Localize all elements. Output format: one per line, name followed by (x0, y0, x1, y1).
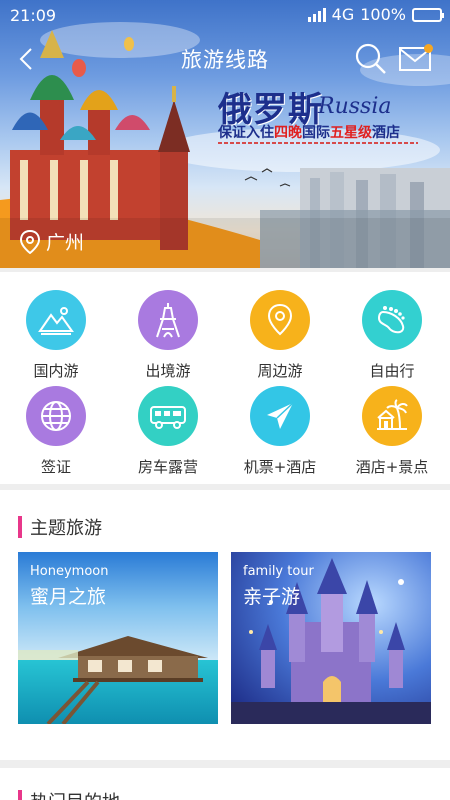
tour-card-family[interactable]: family tour 亲子游 (231, 552, 431, 724)
category-visa[interactable]: 签证 (0, 386, 112, 477)
location-pin-icon (20, 229, 40, 254)
rv-icon (138, 386, 198, 446)
location-selector[interactable]: 广州 (20, 228, 84, 255)
category-flight-hotel[interactable]: 机票+酒店 (224, 386, 336, 477)
hot-destination-section: 热门目的地 (0, 768, 450, 800)
notification-dot (424, 44, 433, 53)
globe-icon (26, 386, 86, 446)
section-title: 热门目的地 (30, 788, 120, 800)
promo-subtitle: 保证入住四晚国际五星级酒店 (218, 125, 400, 141)
tour-card-honeymoon[interactable]: Honeymoon 蜜月之旅 (18, 552, 218, 724)
search-icon[interactable] (354, 42, 388, 76)
category-free-travel[interactable]: 自由行 (336, 290, 448, 381)
category-label: 国内游 (33, 362, 79, 380)
category-nearby[interactable]: 周边游 (224, 290, 336, 381)
tour-title-en: family tour (243, 564, 314, 579)
battery-percent: 100% (360, 5, 406, 24)
tour-title: 亲子游 (243, 586, 301, 608)
status-bar: 21:09 4G 100% (0, 0, 450, 32)
footprint-icon (362, 290, 422, 350)
promo-title-en: Russia (318, 94, 392, 119)
category-label: 机票+酒店 (243, 458, 317, 476)
palm-house-icon (362, 386, 422, 446)
category-rv-camping[interactable]: 房车露营 (112, 386, 224, 477)
battery-icon (412, 7, 444, 22)
tour-title: 蜜月之旅 (30, 586, 107, 608)
hero-banner[interactable]: 21:09 4G 100% 旅游线路 俄罗斯 Russia 保证入住四晚国际五星… (0, 0, 450, 268)
category-label: 出境游 (145, 362, 191, 380)
category-label: 酒店+景点 (355, 458, 429, 476)
eiffel-tower-icon (138, 290, 198, 350)
category-label: 周边游 (257, 362, 303, 380)
section-title: 主题旅游 (30, 518, 102, 539)
category-outbound[interactable]: 出境游 (112, 290, 224, 381)
location-city: 广州 (46, 232, 85, 254)
category-grid: 国内游 出境游 周边游 自由行 签证 房车露营 机票+酒店 酒店+景点 (0, 272, 450, 484)
category-domestic[interactable]: 国内游 (0, 290, 112, 381)
section-accent-bar (18, 790, 22, 800)
location-pin-icon (250, 290, 310, 350)
theme-tour-section: 主题旅游 Honeymoon 蜜月之旅 family tour 亲子游 (0, 490, 450, 760)
status-time: 21:09 (10, 6, 57, 25)
network-label: 4G (331, 5, 355, 24)
category-label: 自由行 (369, 362, 415, 380)
category-hotel-attraction[interactable]: 酒店+景点 (336, 386, 448, 477)
tour-title-en: Honeymoon (30, 564, 109, 579)
mountain-icon (26, 290, 86, 350)
airplane-icon (250, 386, 310, 446)
signal-icon (307, 7, 326, 22)
category-label: 房车露营 (137, 458, 198, 476)
section-accent-bar (18, 516, 22, 538)
category-label: 签证 (40, 458, 71, 476)
promo-fine-print (218, 142, 418, 145)
